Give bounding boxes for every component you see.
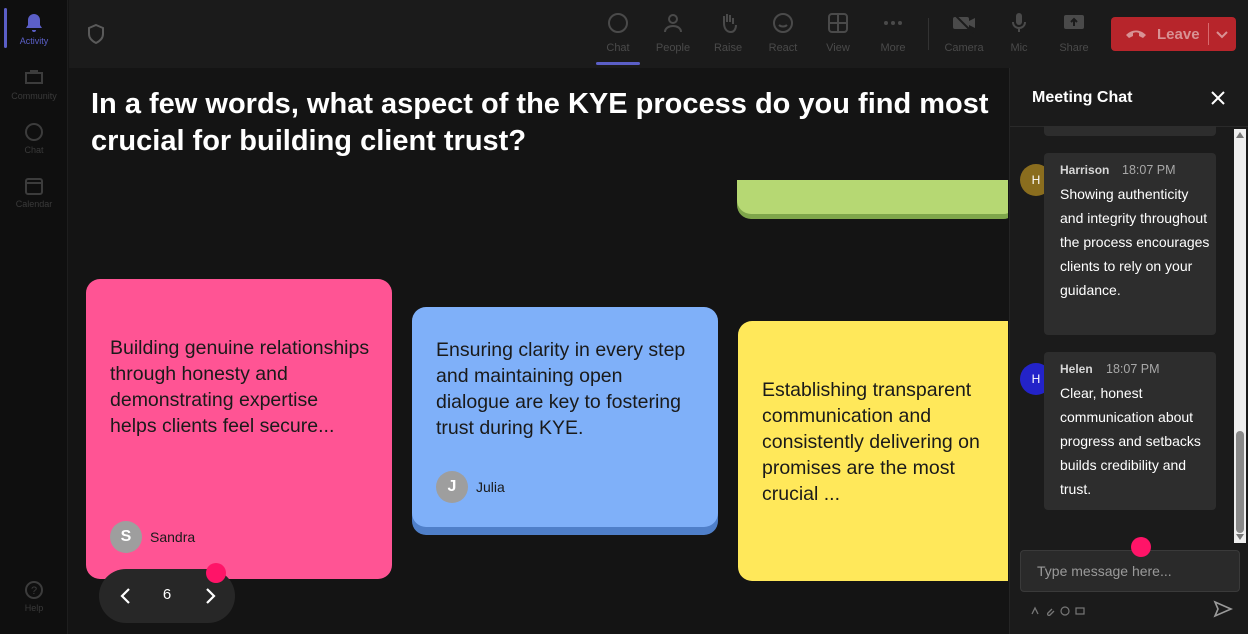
shield-icon: [87, 23, 107, 46]
leave-divider: [1208, 23, 1209, 45]
chevron-left-icon[interactable]: [113, 583, 139, 609]
chat-button-label: Chat: [606, 42, 630, 54]
more-button-label: More: [880, 42, 906, 54]
previous-message: [1044, 126, 1216, 136]
help-icon: ?: [23, 579, 45, 601]
rail-item-help[interactable]: ? Help: [0, 570, 68, 622]
message-sender: Helen: [1060, 362, 1093, 376]
gif-icon[interactable]: [1075, 603, 1085, 615]
page-number: 6: [162, 586, 172, 603]
view-button[interactable]: View: [813, 10, 863, 62]
rail-item-label: Chat: [24, 145, 44, 155]
view-button-label: View: [826, 42, 850, 54]
message-text: Showing authenticity and integrity throu…: [1060, 186, 1210, 298]
svg-text:?: ?: [31, 585, 37, 597]
rail-item-label: Calendar: [15, 199, 53, 209]
rail-item-calendar[interactable]: Calendar: [0, 166, 68, 218]
mic-button-label: Mic: [1010, 42, 1028, 54]
mic-button[interactable]: Mic: [994, 10, 1044, 62]
chat-button[interactable]: Chat: [593, 10, 643, 65]
people-button[interactable]: People: [648, 10, 698, 62]
avatar: S: [110, 521, 142, 553]
close-icon[interactable]: [1209, 89, 1227, 107]
share-button[interactable]: Share: [1049, 10, 1099, 62]
calendar-icon: [23, 175, 45, 197]
response-card: Building genuine relationships through h…: [86, 279, 392, 579]
response-card: Ensuring clarity in every step and maint…: [412, 307, 718, 527]
react-button[interactable]: React: [758, 10, 808, 62]
toolbar-divider: [928, 18, 929, 50]
rail-item-label: Community: [11, 91, 57, 101]
avatar-initial: H: [1031, 173, 1041, 187]
more-button[interactable]: More: [868, 10, 918, 62]
poll-question: In a few words, what aspect of the KYE p…: [91, 88, 989, 157]
leave-button[interactable]: Leave: [1111, 17, 1236, 51]
raise-hand-button[interactable]: Raise: [703, 10, 753, 62]
chat-icon: [23, 121, 45, 143]
author-name: Sandra: [150, 529, 196, 545]
response-card-partial: [737, 180, 1008, 214]
send-icon[interactable]: [1213, 599, 1233, 619]
response-author: J Julia: [436, 471, 505, 503]
attach-icon[interactable]: [1045, 603, 1055, 617]
author-name: Julia: [476, 479, 505, 495]
rail-item-community[interactable]: Community: [0, 58, 68, 110]
leave-button-label: Leave: [1157, 25, 1200, 43]
smile-icon: [770, 10, 796, 36]
chevron-down-icon[interactable]: [1214, 26, 1230, 42]
camera-button-label: Camera: [944, 42, 984, 54]
meeting-chat-panel: Meeting Chat H Harrison 18:07 PM Showing…: [1009, 68, 1248, 634]
grid-icon: [825, 10, 851, 36]
rail-item-label: Help: [24, 603, 44, 613]
bell-icon: [23, 12, 45, 34]
rail-item-label: Activity: [19, 36, 49, 46]
response-author: S Sandra: [110, 521, 195, 553]
people-button-label: People: [655, 42, 691, 54]
chat-compose-tools: [1030, 603, 1085, 617]
camera-button[interactable]: Camera: [939, 10, 989, 62]
phone-hangup-icon: [1125, 27, 1147, 41]
meeting-app: Activity Community Chat Calendar ? Help: [0, 0, 1248, 634]
chat-scrollbar[interactable]: [1234, 129, 1246, 543]
chat-message-input[interactable]: [1020, 550, 1240, 592]
chat-message: Harrison 18:07 PM Showing authenticity a…: [1044, 153, 1216, 335]
format-icon[interactable]: [1030, 603, 1040, 615]
response-card: Establishing transparent communication a…: [738, 321, 1008, 581]
rail-item-activity[interactable]: Activity: [0, 3, 68, 55]
emoji-icon[interactable]: [1060, 603, 1070, 616]
chevron-right-icon[interactable]: [197, 583, 223, 609]
share-screen-icon: [1061, 10, 1087, 36]
react-button-label: React: [768, 42, 798, 54]
hand-icon: [715, 10, 741, 36]
rail-item-chat[interactable]: Chat: [0, 112, 68, 164]
avatar-initial: H: [1031, 372, 1041, 386]
meeting-toolbar: Chat People Raise React View More Camera…: [69, 0, 1248, 68]
response-text: Ensuring clarity in every step and maint…: [436, 339, 686, 439]
app-rail: Activity Community Chat Calendar ? Help: [0, 0, 68, 634]
message-time: 18:07 PM: [1122, 163, 1176, 177]
response-text: Establishing transparent communication a…: [762, 379, 980, 505]
presentation-stage: In a few words, what aspect of the KYE p…: [69, 68, 1008, 634]
share-button-label: Share: [1059, 42, 1089, 54]
chat-title: Meeting Chat: [1032, 89, 1133, 106]
scrollbar-thumb[interactable]: [1236, 431, 1244, 533]
message-time: 18:07 PM: [1106, 362, 1160, 376]
response-text: Building genuine relationships through h…: [110, 337, 370, 437]
raise-button-label: Raise: [713, 42, 743, 54]
people-icon: [660, 10, 686, 36]
cursor-marker: [1131, 537, 1151, 557]
chat-message: Helen 18:07 PM Clear, honest communicati…: [1044, 352, 1216, 510]
more-icon: [880, 10, 906, 36]
camera-off-icon: [951, 10, 977, 36]
scroll-up-arrow[interactable]: [1236, 132, 1244, 138]
message-sender: Harrison: [1060, 163, 1110, 177]
avatar: J: [436, 471, 468, 503]
chat-icon: [605, 10, 631, 36]
message-text: Clear, honest communication about progre…: [1060, 385, 1201, 497]
mic-icon: [1006, 10, 1032, 36]
community-icon: [23, 67, 45, 89]
scroll-down-arrow[interactable]: [1236, 534, 1244, 540]
cursor-marker: [206, 563, 226, 583]
